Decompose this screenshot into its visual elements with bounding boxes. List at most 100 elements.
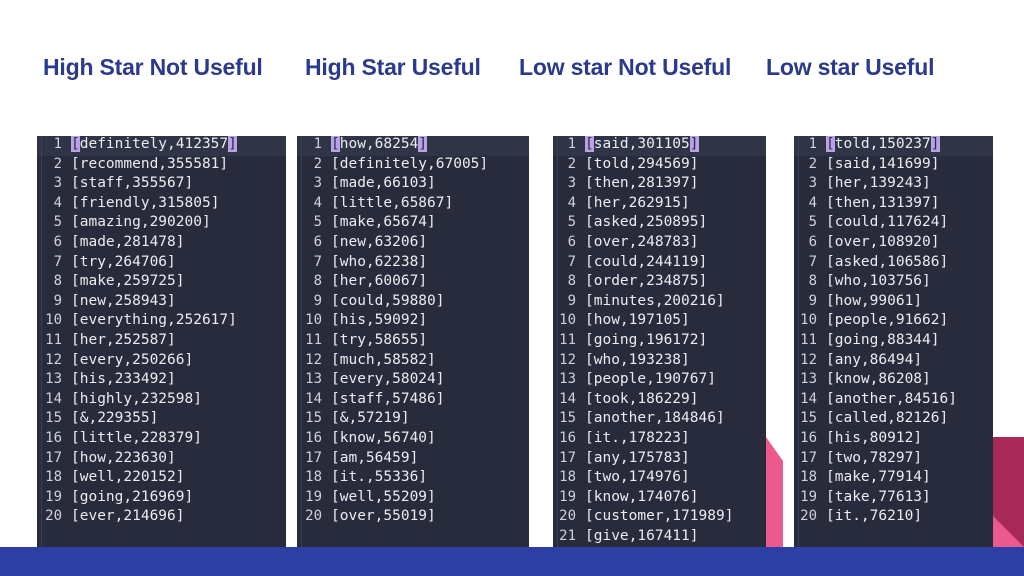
code-row[interactable]: 14 [took,186229]: [553, 391, 766, 411]
code-row[interactable]: 15 [&,57219]: [297, 410, 529, 430]
code-panel-high-star-useful[interactable]: 1 [how,68254] 2 [definitely,67005] 3 [made,66…: [297, 136, 529, 547]
code-row[interactable]: 9 [how,99061]: [794, 293, 993, 313]
code-entry: [over,55019]: [331, 508, 436, 524]
code-row[interactable]: 15 [called,82126]: [794, 410, 993, 430]
code-entry: [how,197105]: [585, 312, 690, 328]
code-row[interactable]: 19 [well,55209]: [297, 489, 529, 509]
code-row[interactable]: 12 [any,86494]: [794, 352, 993, 372]
entry-value: who,103756: [834, 273, 923, 290]
code-row[interactable]: 10 [everything,252617]: [37, 312, 286, 332]
code-row[interactable]: 3 [her,139243]: [794, 175, 993, 195]
code-panel-low-star-useful[interactable]: 1 [told,150237] 2 [said,141699] 3 [her,139243…: [794, 136, 993, 547]
code-row[interactable]: 5 [amazing,290200]: [37, 214, 286, 234]
code-row[interactable]: 8 [who,103756]: [794, 273, 993, 293]
code-row[interactable]: 1 [said,301105]: [553, 136, 766, 156]
code-row[interactable]: 7 [try,264706]: [37, 254, 286, 274]
code-row[interactable]: 9 [new,258943]: [37, 293, 286, 313]
code-row[interactable]: 13 [every,58024]: [297, 371, 529, 391]
line-number: 19: [559, 488, 576, 505]
code-row[interactable]: 5 [asked,250895]: [553, 214, 766, 234]
code-panel-low-star-not-useful[interactable]: 1 [said,301105] 2 [told,294569] 3 [then,28139…: [553, 136, 766, 547]
code-row[interactable]: 17 [two,78297]: [794, 450, 993, 470]
code-row[interactable]: 14 [highly,232598]: [37, 391, 286, 411]
code-row[interactable]: 12 [every,250266]: [37, 352, 286, 372]
code-row[interactable]: 8 [order,234875]: [553, 273, 766, 293]
code-row[interactable]: 16 [it.,178223]: [553, 430, 766, 450]
code-row[interactable]: 2 [recommend,355581]: [37, 156, 286, 176]
code-row[interactable]: 21 [give,167411]: [553, 528, 766, 547]
code-row[interactable]: 18 [it.,55336]: [297, 469, 529, 489]
close-bracket: ]: [435, 292, 445, 309]
code-row[interactable]: 18 [two,174976]: [553, 469, 766, 489]
code-row[interactable]: 17 [am,56459]: [297, 450, 529, 470]
code-row[interactable]: 11 [her,252587]: [37, 332, 286, 352]
code-row[interactable]: 5 [could,117624]: [794, 214, 993, 234]
code-row[interactable]: 16 [his,80912]: [794, 430, 993, 450]
code-row[interactable]: 11 [going,196172]: [553, 332, 766, 352]
code-row[interactable]: 20 [it.,76210]: [794, 508, 993, 528]
code-row[interactable]: 18 [well,220152]: [37, 469, 286, 489]
code-row[interactable]: 4 [little,65867]: [297, 195, 529, 215]
code-entry: [her,252587]: [71, 332, 176, 348]
code-row[interactable]: 15 [&,229355]: [37, 410, 286, 430]
line-number: 1: [567, 136, 576, 152]
code-row[interactable]: 2 [told,294569]: [553, 156, 766, 176]
code-row[interactable]: 13 [people,190767]: [553, 371, 766, 391]
code-row[interactable]: 10 [people,91662]: [794, 312, 993, 332]
code-row[interactable]: 12 [who,193238]: [553, 352, 766, 372]
code-row[interactable]: 20 [over,55019]: [297, 508, 529, 528]
code-row[interactable]: 20 [ever,214696]: [37, 508, 286, 528]
code-row[interactable]: 14 [staff,57486]: [297, 391, 529, 411]
close-bracket: ]: [175, 233, 185, 250]
code-row[interactable]: 5 [make,65674]: [297, 214, 529, 234]
code-row[interactable]: 16 [know,56740]: [297, 430, 529, 450]
close-bracket: ]: [689, 488, 699, 505]
code-row[interactable]: 7 [could,244119]: [553, 254, 766, 274]
code-row[interactable]: 17 [any,175783]: [553, 450, 766, 470]
code-row[interactable]: 3 [then,281397]: [553, 175, 766, 195]
code-row[interactable]: 16 [little,228379]: [37, 430, 286, 450]
code-row[interactable]: 11 [try,58655]: [297, 332, 529, 352]
code-row[interactable]: 18 [make,77914]: [794, 469, 993, 489]
open-bracket: [: [71, 429, 80, 446]
code-row[interactable]: 10 [his,59092]: [297, 312, 529, 332]
column-heading-low-star-not-useful: Low star Not Useful: [519, 54, 732, 80]
code-row[interactable]: 7 [who,62238]: [297, 254, 529, 274]
code-row[interactable]: 1 [told,150237]: [794, 136, 993, 156]
code-row[interactable]: 3 [made,66103]: [297, 175, 529, 195]
code-row[interactable]: 2 [said,141699]: [794, 156, 993, 176]
code-row[interactable]: 11 [going,88344]: [794, 332, 993, 352]
code-row[interactable]: 17 [how,223630]: [37, 450, 286, 470]
code-row[interactable]: 6 [made,281478]: [37, 234, 286, 254]
code-row[interactable]: 10 [how,197105]: [553, 312, 766, 332]
open-bracket: [: [585, 371, 594, 388]
open-bracket: [: [826, 214, 835, 231]
code-row[interactable]: 4 [her,262915]: [553, 195, 766, 215]
code-row[interactable]: 8 [her,60067]: [297, 273, 529, 293]
code-panel-high-star-not-useful[interactable]: 1 [definitely,412357] 2 [recommend,355581] 3…: [37, 136, 286, 547]
code-row[interactable]: 7 [asked,106586]: [794, 254, 993, 274]
code-row[interactable]: 4 [then,131397]: [794, 195, 993, 215]
code-row[interactable]: 12 [much,58582]: [297, 352, 529, 372]
code-row[interactable]: 19 [going,216969]: [37, 489, 286, 509]
code-row[interactable]: 3 [staff,355567]: [37, 175, 286, 195]
code-row[interactable]: 13 [his,233492]: [37, 371, 286, 391]
code-row[interactable]: 6 [new,63206]: [297, 234, 529, 254]
code-row[interactable]: 1 [how,68254]: [297, 136, 529, 156]
code-row[interactable]: 13 [know,86208]: [794, 371, 993, 391]
code-row[interactable]: 19 [take,77613]: [794, 489, 993, 509]
code-row[interactable]: 6 [over,108920]: [794, 234, 993, 254]
code-row[interactable]: 19 [know,174076]: [553, 489, 766, 509]
code-row[interactable]: 8 [make,259725]: [37, 273, 286, 293]
code-row[interactable]: 4 [friendly,315805]: [37, 195, 286, 215]
code-row[interactable]: 1 [definitely,412357]: [37, 136, 286, 156]
code-row[interactable]: 20 [customer,171989]: [553, 508, 766, 528]
code-row[interactable]: 9 [minutes,200216]: [553, 293, 766, 313]
code-row[interactable]: 2 [definitely,67005]: [297, 156, 529, 176]
code-row[interactable]: 14 [another,84516]: [794, 391, 993, 411]
code-row[interactable]: 9 [could,59880]: [297, 293, 529, 313]
code-row[interactable]: 6 [over,248783]: [553, 234, 766, 254]
close-bracket: ]: [698, 253, 708, 270]
code-row[interactable]: 15 [another,184846]: [553, 410, 766, 430]
open-bracket: [: [585, 351, 594, 368]
